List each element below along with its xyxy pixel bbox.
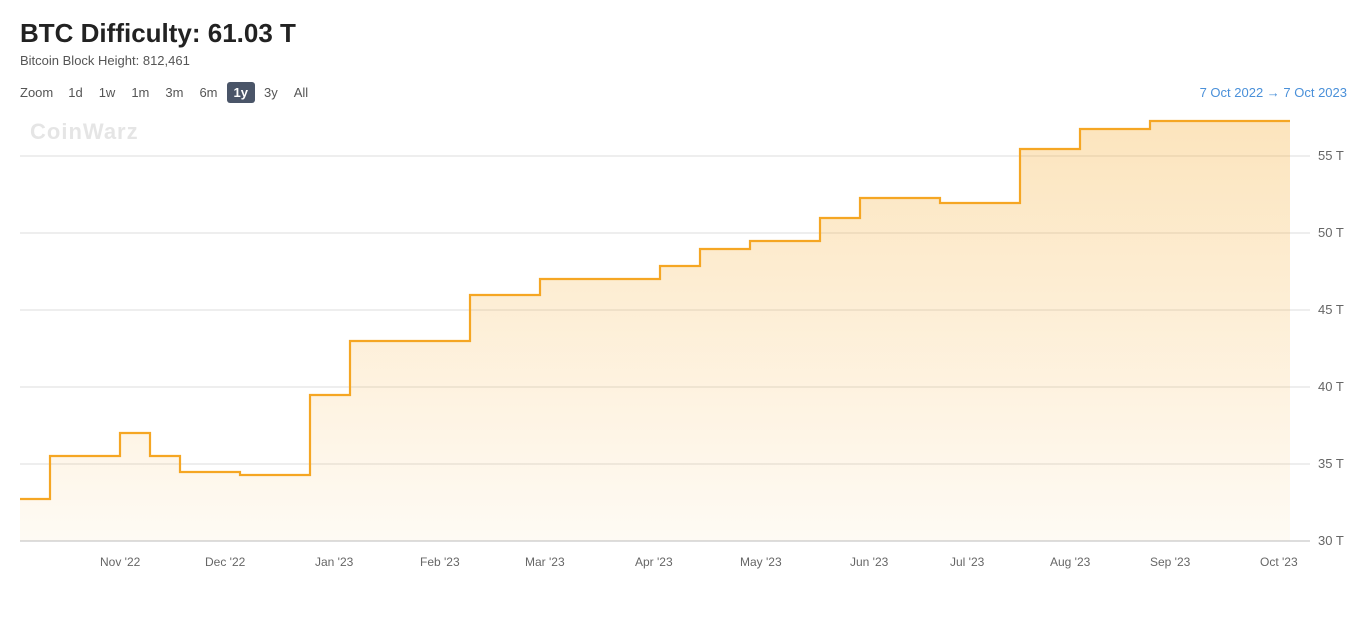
- block-height: Bitcoin Block Height: 812,461: [20, 53, 1347, 68]
- zoom-1d-button[interactable]: 1d: [61, 82, 89, 103]
- chart-area: CoinWarz: [20, 111, 1347, 581]
- zoom-all-button[interactable]: All: [287, 82, 315, 103]
- zoom-1m-button[interactable]: 1m: [124, 82, 156, 103]
- x-label-apr23: Apr '23: [635, 555, 673, 569]
- x-label-feb23: Feb '23: [420, 555, 460, 569]
- zoom-controls: Zoom 1d 1w 1m 3m 6m 1y 3y All: [20, 82, 315, 103]
- x-label-jan23: Jan '23: [315, 555, 354, 569]
- x-label-nov22: Nov '22: [100, 555, 141, 569]
- main-container: BTC Difficulty: 61.03 T Bitcoin Block He…: [0, 0, 1367, 620]
- page-title: BTC Difficulty: 61.03 T: [20, 18, 1347, 49]
- y-label-40t: 40 T: [1318, 379, 1344, 394]
- x-label-jun23: Jun '23: [850, 555, 889, 569]
- zoom-1w-button[interactable]: 1w: [92, 82, 123, 103]
- difficulty-chart: 55 T 50 T 45 T 40 T 35 T 30 T Nov '22 De…: [20, 111, 1347, 581]
- y-label-35t: 35 T: [1318, 456, 1344, 471]
- zoom-label: Zoom: [20, 85, 53, 100]
- x-label-aug23: Aug '23: [1050, 555, 1091, 569]
- x-label-jul23: Jul '23: [950, 555, 985, 569]
- date-range: 7 Oct 2022 → 7 Oct 2023: [1200, 85, 1347, 100]
- toolbar: Zoom 1d 1w 1m 3m 6m 1y 3y All 7 Oct 2022…: [20, 82, 1347, 103]
- zoom-3m-button[interactable]: 3m: [158, 82, 190, 103]
- x-label-oct23: Oct '23: [1260, 555, 1298, 569]
- zoom-6m-button[interactable]: 6m: [192, 82, 224, 103]
- x-label-mar23: Mar '23: [525, 555, 565, 569]
- x-label-may23: May '23: [740, 555, 782, 569]
- y-label-30t: 30 T: [1318, 533, 1344, 548]
- y-label-50t: 50 T: [1318, 225, 1344, 240]
- x-label-dec22: Dec '22: [205, 555, 246, 569]
- y-label-55t: 55 T: [1318, 148, 1344, 163]
- zoom-3y-button[interactable]: 3y: [257, 82, 285, 103]
- y-label-45t: 45 T: [1318, 302, 1344, 317]
- zoom-1y-button[interactable]: 1y: [227, 82, 255, 103]
- x-label-sep23: Sep '23: [1150, 555, 1191, 569]
